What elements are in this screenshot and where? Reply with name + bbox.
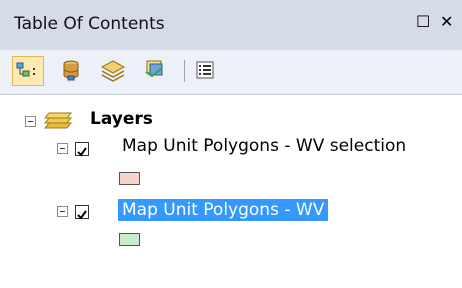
toolbar-separator bbox=[184, 60, 185, 82]
toc-title-bar: Table Of Contents ☐ ✕ bbox=[0, 0, 462, 50]
drawing-order-icon bbox=[16, 62, 35, 77]
options-list-icon bbox=[196, 61, 214, 79]
toc-toolbar bbox=[0, 50, 462, 95]
restore-button[interactable]: ☐ bbox=[416, 12, 430, 31]
list-by-visibility-button[interactable] bbox=[98, 56, 130, 86]
layer-collapse-toggle[interactable] bbox=[57, 206, 68, 217]
layer-label[interactable]: Map Unit Polygons - WV selection bbox=[122, 135, 406, 157]
checkmark-icon bbox=[77, 147, 87, 157]
selection-icon bbox=[145, 60, 163, 78]
checkmark-icon bbox=[77, 210, 87, 220]
layer-symbol-swatch[interactable] bbox=[119, 172, 140, 185]
layers-group-icon bbox=[43, 112, 73, 129]
layer-visibility-checkbox[interactable] bbox=[75, 205, 89, 220]
list-by-selection-button[interactable] bbox=[140, 56, 172, 86]
layer-visibility-checkbox[interactable] bbox=[75, 142, 89, 157]
list-by-drawing-order-button[interactable] bbox=[12, 56, 44, 86]
layers-visibility-icon bbox=[100, 60, 126, 82]
window-title: Table Of Contents bbox=[14, 14, 165, 34]
database-icon bbox=[63, 60, 79, 81]
toc-tree: Layers Map Unit Polygons - WV selection … bbox=[0, 95, 462, 288]
list-by-source-button[interactable] bbox=[56, 56, 88, 86]
layer-label-selected[interactable]: Map Unit Polygons - WV bbox=[118, 199, 329, 221]
layer-collapse-toggle[interactable] bbox=[57, 143, 68, 154]
layers-group-label[interactable]: Layers bbox=[90, 108, 153, 130]
close-button[interactable]: ✕ bbox=[440, 12, 453, 31]
options-button[interactable] bbox=[190, 56, 222, 86]
layers-group-collapse-toggle[interactable] bbox=[25, 116, 36, 127]
layer-symbol-swatch[interactable] bbox=[119, 233, 140, 246]
